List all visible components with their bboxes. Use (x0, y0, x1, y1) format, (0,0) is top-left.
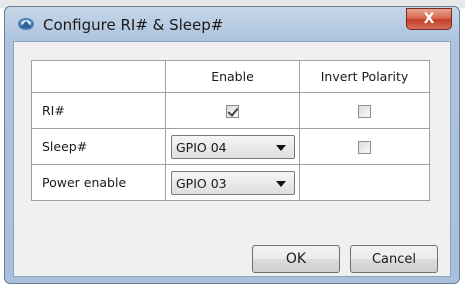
cancel-button[interactable]: Cancel (350, 245, 438, 273)
window-title: Configure RI# & Sleep# (43, 16, 224, 34)
cell-sleep-invert (299, 128, 430, 165)
sleep-gpio-dropdown[interactable]: GPIO 04 (171, 134, 295, 159)
cell-sleep-enable: GPIO 04 (165, 128, 300, 165)
table-row: RI# (31, 92, 430, 129)
power-gpio-dropdown[interactable]: GPIO 03 (171, 170, 295, 195)
dialog-window: Configure RI# & Sleep# X Enable Invert P… (4, 6, 460, 284)
table-row: Sleep# GPIO 04 (31, 128, 430, 165)
config-table: Enable Invert Polarity RI# Sleep# GPIO 0… (31, 60, 430, 201)
row-label-ri: RI# (31, 92, 166, 129)
row-label-power-enable: Power enable (31, 164, 166, 201)
table-row: Power enable GPIO 03 (31, 164, 430, 201)
title-bar[interactable]: Configure RI# & Sleep# X (5, 7, 459, 41)
ri-enable-checkbox[interactable] (226, 105, 239, 118)
header-invert-polarity: Invert Polarity (299, 60, 430, 93)
ri-invert-checkbox[interactable] (358, 105, 371, 118)
close-button[interactable]: X (406, 8, 452, 30)
ok-button[interactable]: OK (252, 245, 340, 273)
power-gpio-value: GPIO 03 (176, 175, 227, 191)
dialog-client-area: Enable Invert Polarity RI# Sleep# GPIO 0… (13, 41, 451, 277)
header-enable: Enable (165, 60, 300, 93)
table-header-row: Enable Invert Polarity (31, 60, 430, 93)
cell-power-enable: GPIO 03 (165, 164, 300, 201)
cell-ri-invert (299, 92, 430, 129)
cell-ri-enable (165, 92, 300, 129)
row-label-sleep: Sleep# (31, 128, 166, 165)
close-icon: X (423, 11, 435, 27)
chevron-down-icon (276, 180, 286, 187)
sleep-invert-checkbox[interactable] (358, 141, 371, 154)
app-icon (18, 18, 34, 30)
header-cell-empty (31, 60, 166, 93)
sleep-gpio-value: GPIO 04 (176, 139, 227, 155)
cell-power-invert-empty (299, 164, 430, 201)
chevron-down-icon (276, 144, 286, 151)
